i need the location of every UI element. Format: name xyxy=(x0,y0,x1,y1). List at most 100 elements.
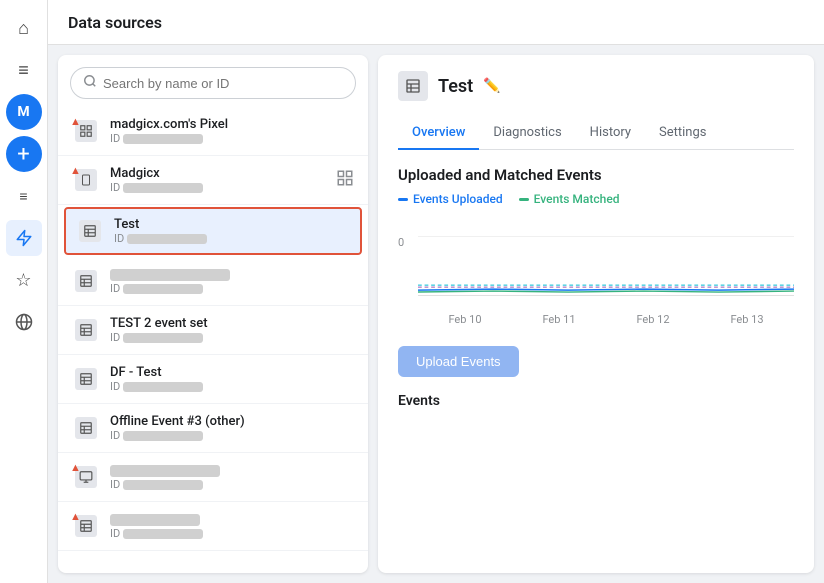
item-id: ID xyxy=(110,132,354,145)
section-title: Uploaded and Matched Events xyxy=(398,166,794,184)
table-icon xyxy=(79,220,101,242)
list-item[interactable]: Offline Event #3 (other) ID xyxy=(58,404,368,453)
rocket-icon[interactable] xyxy=(6,220,42,256)
item-info: Offline Event #3 (other) ID xyxy=(110,414,354,442)
home-icon[interactable]: ⌂ xyxy=(6,10,42,46)
list-item[interactable]: ▲ Madgicx ID xyxy=(58,156,368,205)
chart-label-feb13: Feb 13 xyxy=(730,313,763,326)
chart-zero-label: 0 xyxy=(398,236,404,249)
item-icon xyxy=(72,316,100,344)
menu-icon[interactable]: ≡ xyxy=(6,52,42,88)
warning-icon: ▲ xyxy=(70,461,81,474)
table-icon xyxy=(75,417,97,439)
tab-settings[interactable]: Settings xyxy=(645,117,720,150)
warning-icon: ▲ xyxy=(70,164,81,177)
list-item-selected[interactable]: Test ID xyxy=(64,207,362,255)
item-name: Test xyxy=(114,217,350,232)
list-item[interactable]: ▲ ID xyxy=(58,502,368,551)
tab-overview[interactable]: Overview xyxy=(398,117,479,150)
left-nav: ⌂ ≡ M + ≡ ☆ xyxy=(0,0,48,583)
list-icon[interactable]: ≡ xyxy=(6,178,42,214)
legend-matched[interactable]: Events Matched xyxy=(519,192,620,206)
legend-matched-dot xyxy=(519,198,529,201)
chart-lines xyxy=(418,236,794,296)
detail-panel: Test ✏️ Overview Diagnostics History Set… xyxy=(378,55,814,573)
legend-uploaded-dot xyxy=(398,198,408,201)
item-id: ID xyxy=(110,478,354,491)
search-input[interactable] xyxy=(103,76,343,91)
item-info: ID xyxy=(110,267,354,295)
table-icon xyxy=(75,319,97,341)
item-icon: ▲ xyxy=(72,166,100,194)
chart-labels: Feb 10 Feb 11 Feb 12 Feb 13 xyxy=(418,313,794,326)
item-icon: ▲ xyxy=(72,463,100,491)
warning-icon: ▲ xyxy=(70,115,81,128)
m-avatar[interactable]: M xyxy=(6,94,42,130)
item-info: madgicx.com's Pixel ID xyxy=(110,117,354,145)
page-title: Data sources xyxy=(68,13,162,32)
item-icon xyxy=(72,365,100,393)
table-icon xyxy=(75,368,97,390)
item-id: ID xyxy=(110,331,354,344)
item-info: ID xyxy=(110,463,354,491)
item-name xyxy=(110,463,354,478)
list-item[interactable]: TEST 2 event set ID xyxy=(58,306,368,355)
list-item[interactable]: DF - Test ID xyxy=(58,355,368,404)
content-row: ▲ madgicx.com's Pixel ID ▲ xyxy=(48,45,824,583)
item-info: ID xyxy=(110,512,354,540)
star-icon[interactable]: ☆ xyxy=(6,262,42,298)
tab-history[interactable]: History xyxy=(576,117,645,150)
item-name: DF - Test xyxy=(110,365,354,380)
legend-uploaded[interactable]: Events Uploaded xyxy=(398,192,503,206)
source-list-panel: ▲ madgicx.com's Pixel ID ▲ xyxy=(58,55,368,573)
list-item[interactable]: ▲ madgicx.com's Pixel ID xyxy=(58,107,368,156)
item-icon xyxy=(72,267,100,295)
list-item[interactable]: ID xyxy=(58,257,368,306)
item-id: ID xyxy=(110,181,326,194)
item-info: DF - Test ID xyxy=(110,365,354,393)
table-icon xyxy=(75,270,97,292)
item-id: ID xyxy=(110,429,354,442)
edit-icon[interactable]: ✏️ xyxy=(483,78,500,94)
item-icon: ▲ xyxy=(72,117,100,145)
item-name xyxy=(110,512,354,527)
detail-title: Test xyxy=(438,76,473,97)
action-icon[interactable] xyxy=(336,169,354,191)
item-info: Madgicx ID xyxy=(110,166,326,194)
item-name: Offline Event #3 (other) xyxy=(110,414,354,429)
item-icon xyxy=(72,414,100,442)
item-icon xyxy=(76,217,104,245)
item-id: ID xyxy=(114,232,350,245)
tab-diagnostics[interactable]: Diagnostics xyxy=(479,117,575,150)
search-box-wrap xyxy=(58,55,368,107)
item-info: Test ID xyxy=(114,217,350,245)
tabs: Overview Diagnostics History Settings xyxy=(398,117,794,150)
upload-events-button[interactable]: Upload Events xyxy=(398,346,519,377)
detail-header: Test ✏️ xyxy=(398,71,794,101)
chart-area: 0 Feb 10 xyxy=(398,226,794,326)
main-content: Data sources ▲ xyxy=(48,0,824,583)
page-header: Data sources xyxy=(48,0,824,45)
events-section-title: Events xyxy=(398,393,794,409)
chart-svg xyxy=(418,236,794,295)
item-name: madgicx.com's Pixel xyxy=(110,117,354,132)
item-id: ID xyxy=(110,380,354,393)
chart-label-feb11: Feb 11 xyxy=(542,313,575,326)
item-name: TEST 2 event set xyxy=(110,316,354,331)
detail-source-icon xyxy=(398,71,428,101)
globe-icon[interactable] xyxy=(6,304,42,340)
chart-label-feb10: Feb 10 xyxy=(448,313,481,326)
plus-icon[interactable]: + xyxy=(6,136,42,172)
list-item[interactable]: ▲ ID xyxy=(58,453,368,502)
legend-row: Events Uploaded Events Matched xyxy=(398,192,794,206)
item-name: Madgicx xyxy=(110,166,326,181)
search-box xyxy=(70,67,356,99)
warning-icon: ▲ xyxy=(70,510,81,523)
item-id: ID xyxy=(110,282,354,295)
item-icon: ▲ xyxy=(72,512,100,540)
item-info: TEST 2 event set ID xyxy=(110,316,354,344)
chart-label-feb12: Feb 12 xyxy=(636,313,669,326)
legend-matched-label: Events Matched xyxy=(534,192,620,206)
search-icon xyxy=(83,74,97,92)
item-name xyxy=(110,267,354,282)
